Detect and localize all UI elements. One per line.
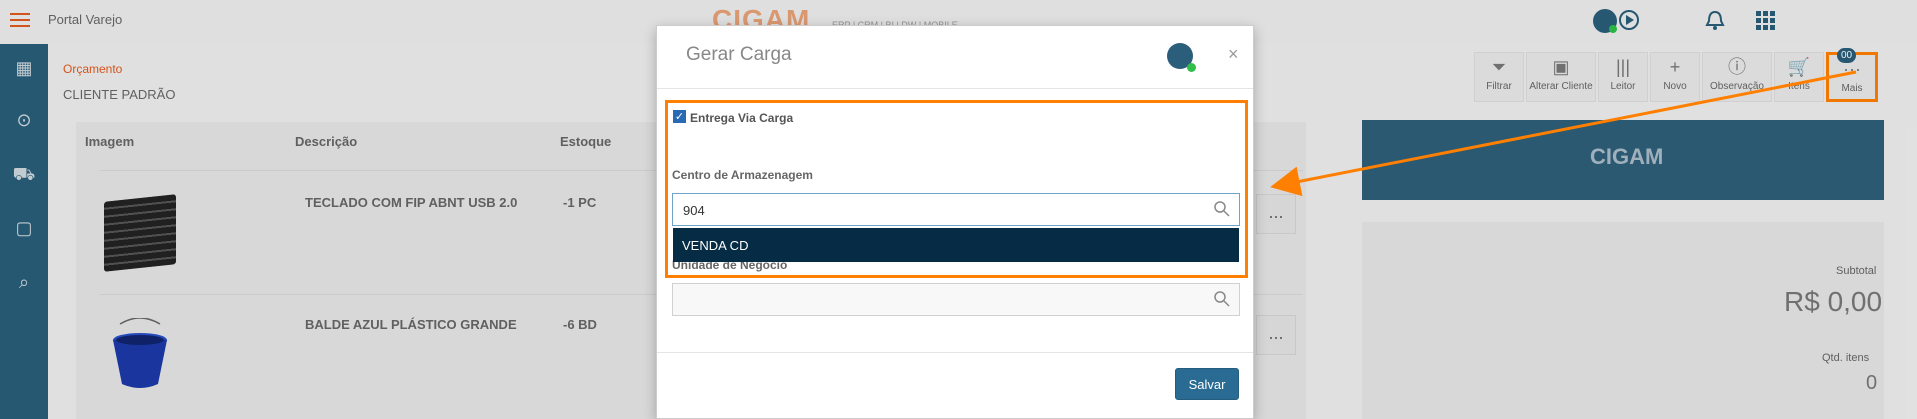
annotation-arrow	[1270, 70, 1857, 197]
